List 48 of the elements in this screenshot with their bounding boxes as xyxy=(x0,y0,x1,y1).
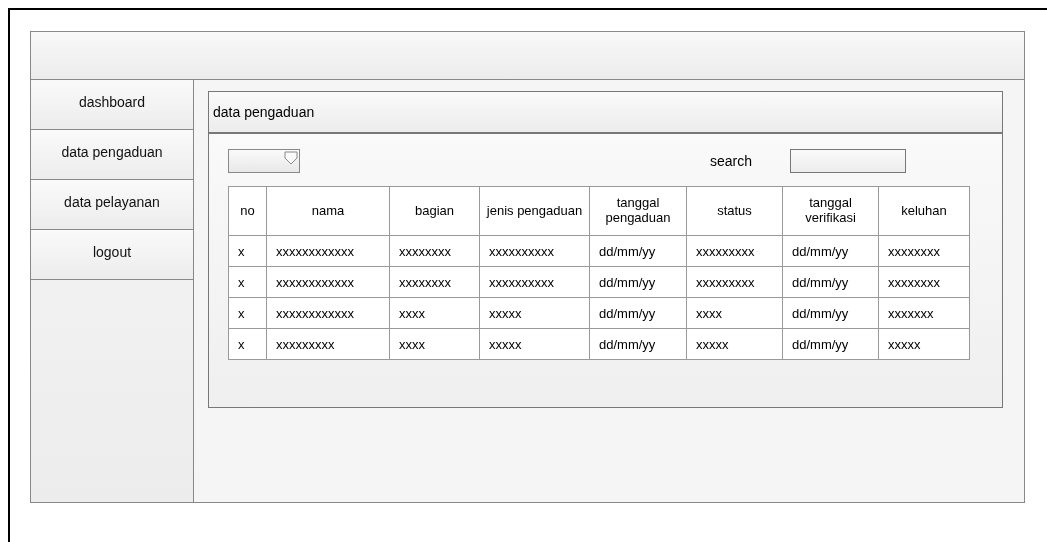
table-cell: xxxxxxxxxxxx xyxy=(266,297,390,329)
table-cell: xxxxxxxxx xyxy=(266,328,390,360)
table-cell: x xyxy=(228,235,267,267)
table-cell: xxxxxxxx xyxy=(878,266,970,298)
column-header: no xyxy=(228,186,267,236)
table-cell: xxxx xyxy=(686,297,783,329)
table-cell: dd/mm/yy xyxy=(782,235,879,267)
column-header: tanggal pengaduan xyxy=(589,186,687,236)
table-cell: dd/mm/yy xyxy=(589,235,687,267)
table-cell: x xyxy=(228,297,267,329)
table-cell: dd/mm/yy xyxy=(589,266,687,298)
table-cell: x xyxy=(228,266,267,298)
table-cell: xxxxxxxxx xyxy=(686,235,783,267)
sidebar-item[interactable]: dashboard xyxy=(31,80,193,130)
column-header: keluhan xyxy=(878,186,970,236)
table-cell: xxxxxxxxx xyxy=(686,266,783,298)
table-cell: xxxx xyxy=(389,328,480,360)
sidebar-item[interactable]: data pengaduan xyxy=(31,130,193,180)
table-cell: xxxxxxxx xyxy=(878,235,970,267)
table-cell: xxxxx xyxy=(479,297,590,329)
search-field[interactable] xyxy=(790,149,907,173)
table-cell: xxxxxxxxxx xyxy=(479,235,590,267)
dropdown[interactable] xyxy=(228,149,300,173)
table-cell: dd/mm/yy xyxy=(589,328,687,360)
table-cell: xxxxx xyxy=(686,328,783,360)
table-cell: xxxxx xyxy=(479,328,590,360)
column-header: bagian xyxy=(389,186,480,236)
table-cell: dd/mm/yy xyxy=(782,266,879,298)
table-cell: xxxxxxx xyxy=(878,297,970,329)
caret-icon xyxy=(284,151,298,165)
table-cell: xxxxxxxx xyxy=(389,266,480,298)
table-cell: xxxxxxxx xyxy=(389,235,480,267)
table-cell: x xyxy=(228,328,267,360)
table-cell: xxxxx xyxy=(878,328,970,360)
table-cell: dd/mm/yy xyxy=(782,297,879,329)
table-cell: xxxxxxxxxx xyxy=(479,266,590,298)
table-cell: xxxxxxxxxxxx xyxy=(266,235,390,267)
column-header: jenis pengaduan xyxy=(479,186,590,236)
table-cell: dd/mm/yy xyxy=(782,328,879,360)
sidebar-item[interactable]: logout xyxy=(31,230,193,280)
table-cell: dd/mm/yy xyxy=(589,297,687,329)
column-header: nama xyxy=(266,186,390,236)
table-cell: xxxx xyxy=(389,297,480,329)
table-cell: xxxxxxxxxxxx xyxy=(266,266,390,298)
column-header: tanggal verifikasi xyxy=(782,186,879,236)
sidebar-item[interactable]: data pelayanan xyxy=(31,180,193,230)
search-label: search xyxy=(710,153,753,169)
column-header: status xyxy=(686,186,783,236)
